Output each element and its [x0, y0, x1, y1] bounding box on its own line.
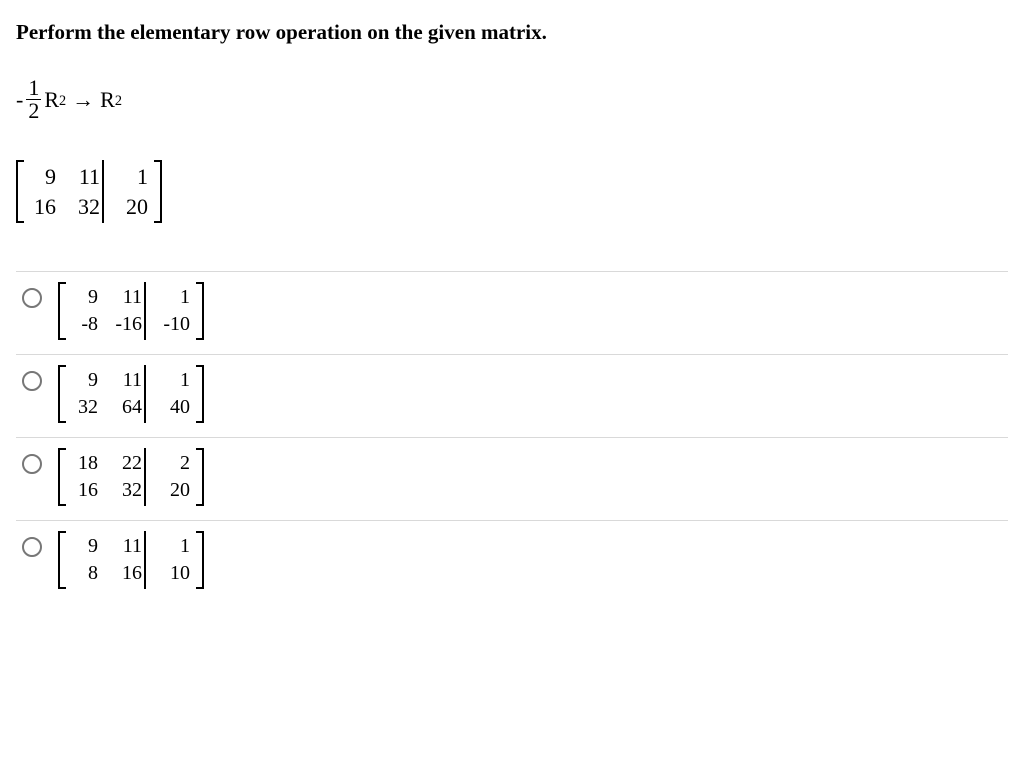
fraction-denominator: 2 — [26, 100, 41, 122]
row-operation: - 1 2 R2 → R2 — [16, 77, 1008, 122]
matrix-cell: 16 — [66, 477, 106, 504]
matrix-cell: 10 — [146, 560, 196, 587]
matrix-cell: 20 — [146, 477, 196, 504]
subscript-2: 2 — [59, 93, 66, 110]
fraction-numerator: 1 — [26, 77, 41, 100]
matrix-cell: 11 — [106, 533, 144, 560]
r-symbol: R — [100, 87, 115, 113]
choice-matrix: 18 16 22 32 2 20 — [58, 448, 204, 506]
matrix-cell: 1 — [104, 162, 154, 192]
answer-choice[interactable]: 9 -8 11 -16 1 -10 — [16, 271, 1008, 355]
matrix-cell: 1 — [146, 367, 196, 394]
matrix-cell: 32 — [66, 394, 106, 421]
answer-choice[interactable]: 18 16 22 32 2 20 — [16, 438, 1008, 521]
arrow-icon: → — [72, 87, 94, 113]
matrix-cell: 40 — [146, 394, 196, 421]
matrix-cell: 1 — [146, 533, 196, 560]
answer-choice[interactable]: 9 8 11 16 1 10 — [16, 521, 1008, 603]
r-symbol: R — [44, 87, 59, 113]
matrix-cell: 9 — [66, 533, 106, 560]
matrix-cell: 20 — [104, 192, 154, 222]
matrix-cell: 32 — [106, 477, 144, 504]
matrix-cell: 9 — [66, 284, 106, 311]
choice-matrix: 9 8 11 16 1 10 — [58, 531, 204, 589]
matrix-cell: 1 — [146, 284, 196, 311]
matrix-cell: 8 — [66, 560, 106, 587]
matrix-cell: 9 — [24, 162, 64, 192]
question-text: Perform the elementary row operation on … — [16, 20, 1008, 45]
matrix-cell: -16 — [106, 311, 144, 338]
matrix-cell: 9 — [66, 367, 106, 394]
matrix-cell: -8 — [66, 311, 106, 338]
matrix-cell: 11 — [106, 284, 144, 311]
fraction: 1 2 — [26, 77, 41, 122]
answer-choices: 9 -8 11 -16 1 -10 9 32 11 64 — [16, 271, 1008, 603]
radio-icon[interactable] — [22, 371, 42, 391]
choice-matrix: 9 32 11 64 1 40 — [58, 365, 204, 423]
choice-matrix: 9 -8 11 -16 1 -10 — [58, 282, 204, 340]
matrix-cell: 16 — [106, 560, 144, 587]
subscript-2: 2 — [115, 93, 122, 110]
matrix-cell: 11 — [64, 162, 102, 192]
matrix-cell: 11 — [106, 367, 144, 394]
radio-icon[interactable] — [22, 454, 42, 474]
radio-icon[interactable] — [22, 537, 42, 557]
matrix-cell: 22 — [106, 450, 144, 477]
minus-sign: - — [16, 87, 23, 113]
radio-icon[interactable] — [22, 288, 42, 308]
answer-choice[interactable]: 9 32 11 64 1 40 — [16, 355, 1008, 438]
matrix-cell: 2 — [146, 450, 196, 477]
given-matrix: 9 16 11 32 1 20 — [16, 160, 162, 223]
matrix-cell: 16 — [24, 192, 64, 222]
matrix-cell: 32 — [64, 192, 102, 222]
matrix-cell: -10 — [146, 311, 196, 338]
matrix-cell: 18 — [66, 450, 106, 477]
matrix-cell: 64 — [106, 394, 144, 421]
